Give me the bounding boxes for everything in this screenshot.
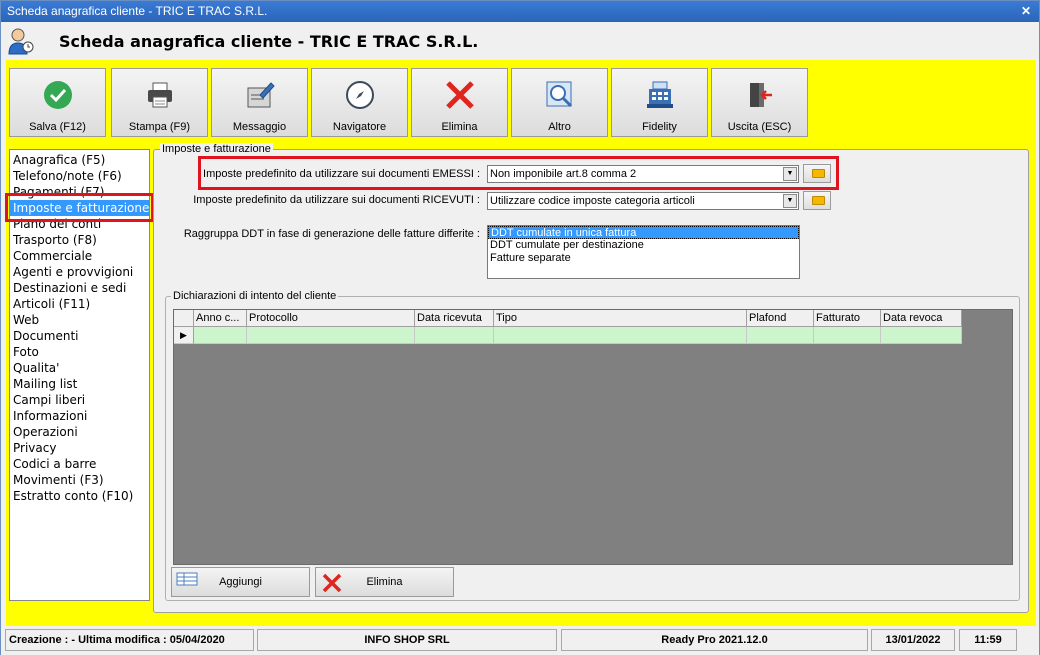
navigator-button[interactable]: Navigatore	[311, 68, 408, 137]
delete-icon	[446, 81, 474, 109]
table-cell[interactable]	[494, 327, 747, 344]
check-icon	[44, 81, 72, 109]
column-header[interactable]: Anno c...	[194, 310, 247, 327]
exit-label: Uscita (ESC)	[727, 121, 792, 133]
table-cell[interactable]	[814, 327, 881, 344]
title-bar: Scheda anagrafica cliente - TRIC E TRAC …	[1, 1, 1039, 22]
status-time: 11:59	[959, 629, 1017, 651]
exit-icon	[750, 83, 772, 107]
search-icon	[546, 81, 573, 108]
table-cell[interactable]	[747, 327, 814, 344]
nav-item-documenti[interactable]: Documenti	[10, 328, 149, 344]
nav-item-telefono-note[interactable]: Telefono/note (F6)	[10, 168, 149, 184]
nav-item-operazioni[interactable]: Operazioni	[10, 424, 149, 440]
raggruppa-option[interactable]: DDT cumulate per destinazione	[488, 239, 799, 252]
column-header[interactable]: Data ricevuta	[415, 310, 494, 327]
message-label: Messaggio	[232, 121, 287, 133]
column-header[interactable]: Data revoca	[881, 310, 962, 327]
nav-item-estratto-conto[interactable]: Estratto conto (F10)	[10, 488, 149, 504]
nav-item-anagrafica[interactable]: Anagrafica (F5)	[10, 152, 149, 168]
page-title: Scheda anagrafica cliente - TRIC E TRAC …	[59, 32, 479, 51]
ricevuti-value: Utilizzare codice imposte categoria arti…	[490, 195, 695, 207]
ricevuti-label: Imposte predefinito da utilizzare sui do…	[193, 194, 480, 206]
nav-selection-highlight	[5, 193, 154, 222]
raggruppa-label: Raggruppa DDT in fase di generazione del…	[183, 228, 480, 240]
raggruppa-option[interactable]: Fatture separate	[488, 252, 799, 265]
nav-item-articoli[interactable]: Articoli (F11)	[10, 296, 149, 312]
status-version: Ready Pro 2021.12.0	[561, 629, 868, 651]
nav-item-destinazioni-sedi[interactable]: Destinazioni e sedi	[10, 280, 149, 296]
nav-item-agenti-provvigioni[interactable]: Agenti e provvigioni	[10, 264, 149, 280]
column-header[interactable]: Plafond	[747, 310, 814, 327]
other-label: Altro	[548, 121, 571, 133]
row-indicator-icon: ▶	[174, 327, 194, 344]
table-cell[interactable]	[194, 327, 247, 344]
nav-item-commerciale[interactable]: Commerciale	[10, 248, 149, 264]
column-header[interactable]: Tipo	[494, 310, 747, 327]
other-button[interactable]: Altro	[511, 68, 608, 137]
fidelity-label: Fidelity	[642, 121, 677, 133]
cash-register-icon	[647, 81, 673, 108]
ricevuti-browse-button[interactable]	[803, 191, 831, 210]
status-company: INFO SHOP SRL	[257, 629, 557, 651]
table-cell[interactable]	[415, 327, 494, 344]
column-header[interactable]: Protocollo	[247, 310, 415, 327]
exit-button[interactable]: Uscita (ESC)	[711, 68, 808, 137]
delete-label: Elimina	[441, 121, 478, 133]
customer-icon	[8, 28, 34, 55]
fidelity-button[interactable]: Fidelity	[611, 68, 708, 137]
app-window: Scheda anagrafica cliente - TRIC E TRAC …	[0, 0, 1040, 655]
delete-button[interactable]: Elimina	[411, 68, 508, 137]
status-bar: Creazione : - Ultima modifica : 05/04/20…	[1, 627, 1039, 655]
save-button[interactable]: Salva (F12)	[9, 68, 106, 137]
save-label: Salva (F12)	[29, 121, 86, 133]
print-button[interactable]: Stampa (F9)	[111, 68, 208, 137]
nav-item-mailing-list[interactable]: Mailing list	[10, 376, 149, 392]
folder-icon	[812, 196, 825, 205]
chevron-down-icon[interactable]: ▼	[783, 194, 797, 208]
compass-icon	[346, 81, 374, 109]
raggruppa-option[interactable]: DDT cumulate in unica fattura	[488, 226, 799, 239]
nav-item-qualita[interactable]: Qualita'	[10, 360, 149, 376]
delete-label: Elimina	[366, 576, 403, 588]
nav-item-foto[interactable]: Foto	[10, 344, 149, 360]
nav-item-informazioni[interactable]: Informazioni	[10, 408, 149, 424]
nav-item-movimenti[interactable]: Movimenti (F3)	[10, 472, 149, 488]
message-button[interactable]: Messaggio	[211, 68, 308, 137]
nav-item-privacy[interactable]: Privacy	[10, 440, 149, 456]
raggruppa-listbox[interactable]: DDT cumulate in unica fattura DDT cumula…	[487, 225, 800, 279]
close-icon[interactable]: ✕	[1019, 5, 1033, 18]
column-header[interactable]: Fatturato	[814, 310, 881, 327]
delete-declaration-button[interactable]: Elimina	[315, 567, 454, 597]
dichiarazioni-section-title: Dichiarazioni di intento del cliente	[171, 290, 339, 302]
navigator-label: Navigatore	[332, 121, 387, 133]
grid-corner	[174, 310, 194, 327]
ricevuti-select[interactable]: Utilizzare codice imposte categoria arti…	[487, 192, 799, 210]
status-date: 13/01/2022	[871, 629, 955, 651]
table-cell[interactable]	[881, 327, 962, 344]
printer-icon	[148, 82, 172, 108]
nav-item-web[interactable]: Web	[10, 312, 149, 328]
window-title: Scheda anagrafica cliente - TRIC E TRAC …	[7, 4, 268, 18]
dichiarazioni-grid[interactable]: Anno c... Protocollo Data ricevuta Tipo …	[173, 309, 1013, 565]
nav-item-codici-barre[interactable]: Codici a barre	[10, 456, 149, 472]
grid-header: Anno c... Protocollo Data ricevuta Tipo …	[174, 310, 962, 327]
nav-item-trasporto[interactable]: Trasporto (F8)	[10, 232, 149, 248]
emessi-highlight	[198, 156, 839, 190]
imposte-section-title: Imposte e fatturazione	[160, 143, 273, 155]
table-cell[interactable]	[247, 327, 415, 344]
add-declaration-button[interactable]: Aggiungi	[171, 567, 310, 597]
message-icon	[247, 82, 275, 108]
header: Scheda anagrafica cliente - TRIC E TRAC …	[1, 22, 1039, 60]
add-label: Aggiungi	[219, 576, 262, 588]
print-label: Stampa (F9)	[128, 121, 191, 133]
nav-item-campi-liberi[interactable]: Campi liberi	[10, 392, 149, 408]
table-row[interactable]: ▶	[174, 327, 962, 344]
status-creazione: Creazione : - Ultima modifica : 05/04/20…	[5, 629, 254, 651]
